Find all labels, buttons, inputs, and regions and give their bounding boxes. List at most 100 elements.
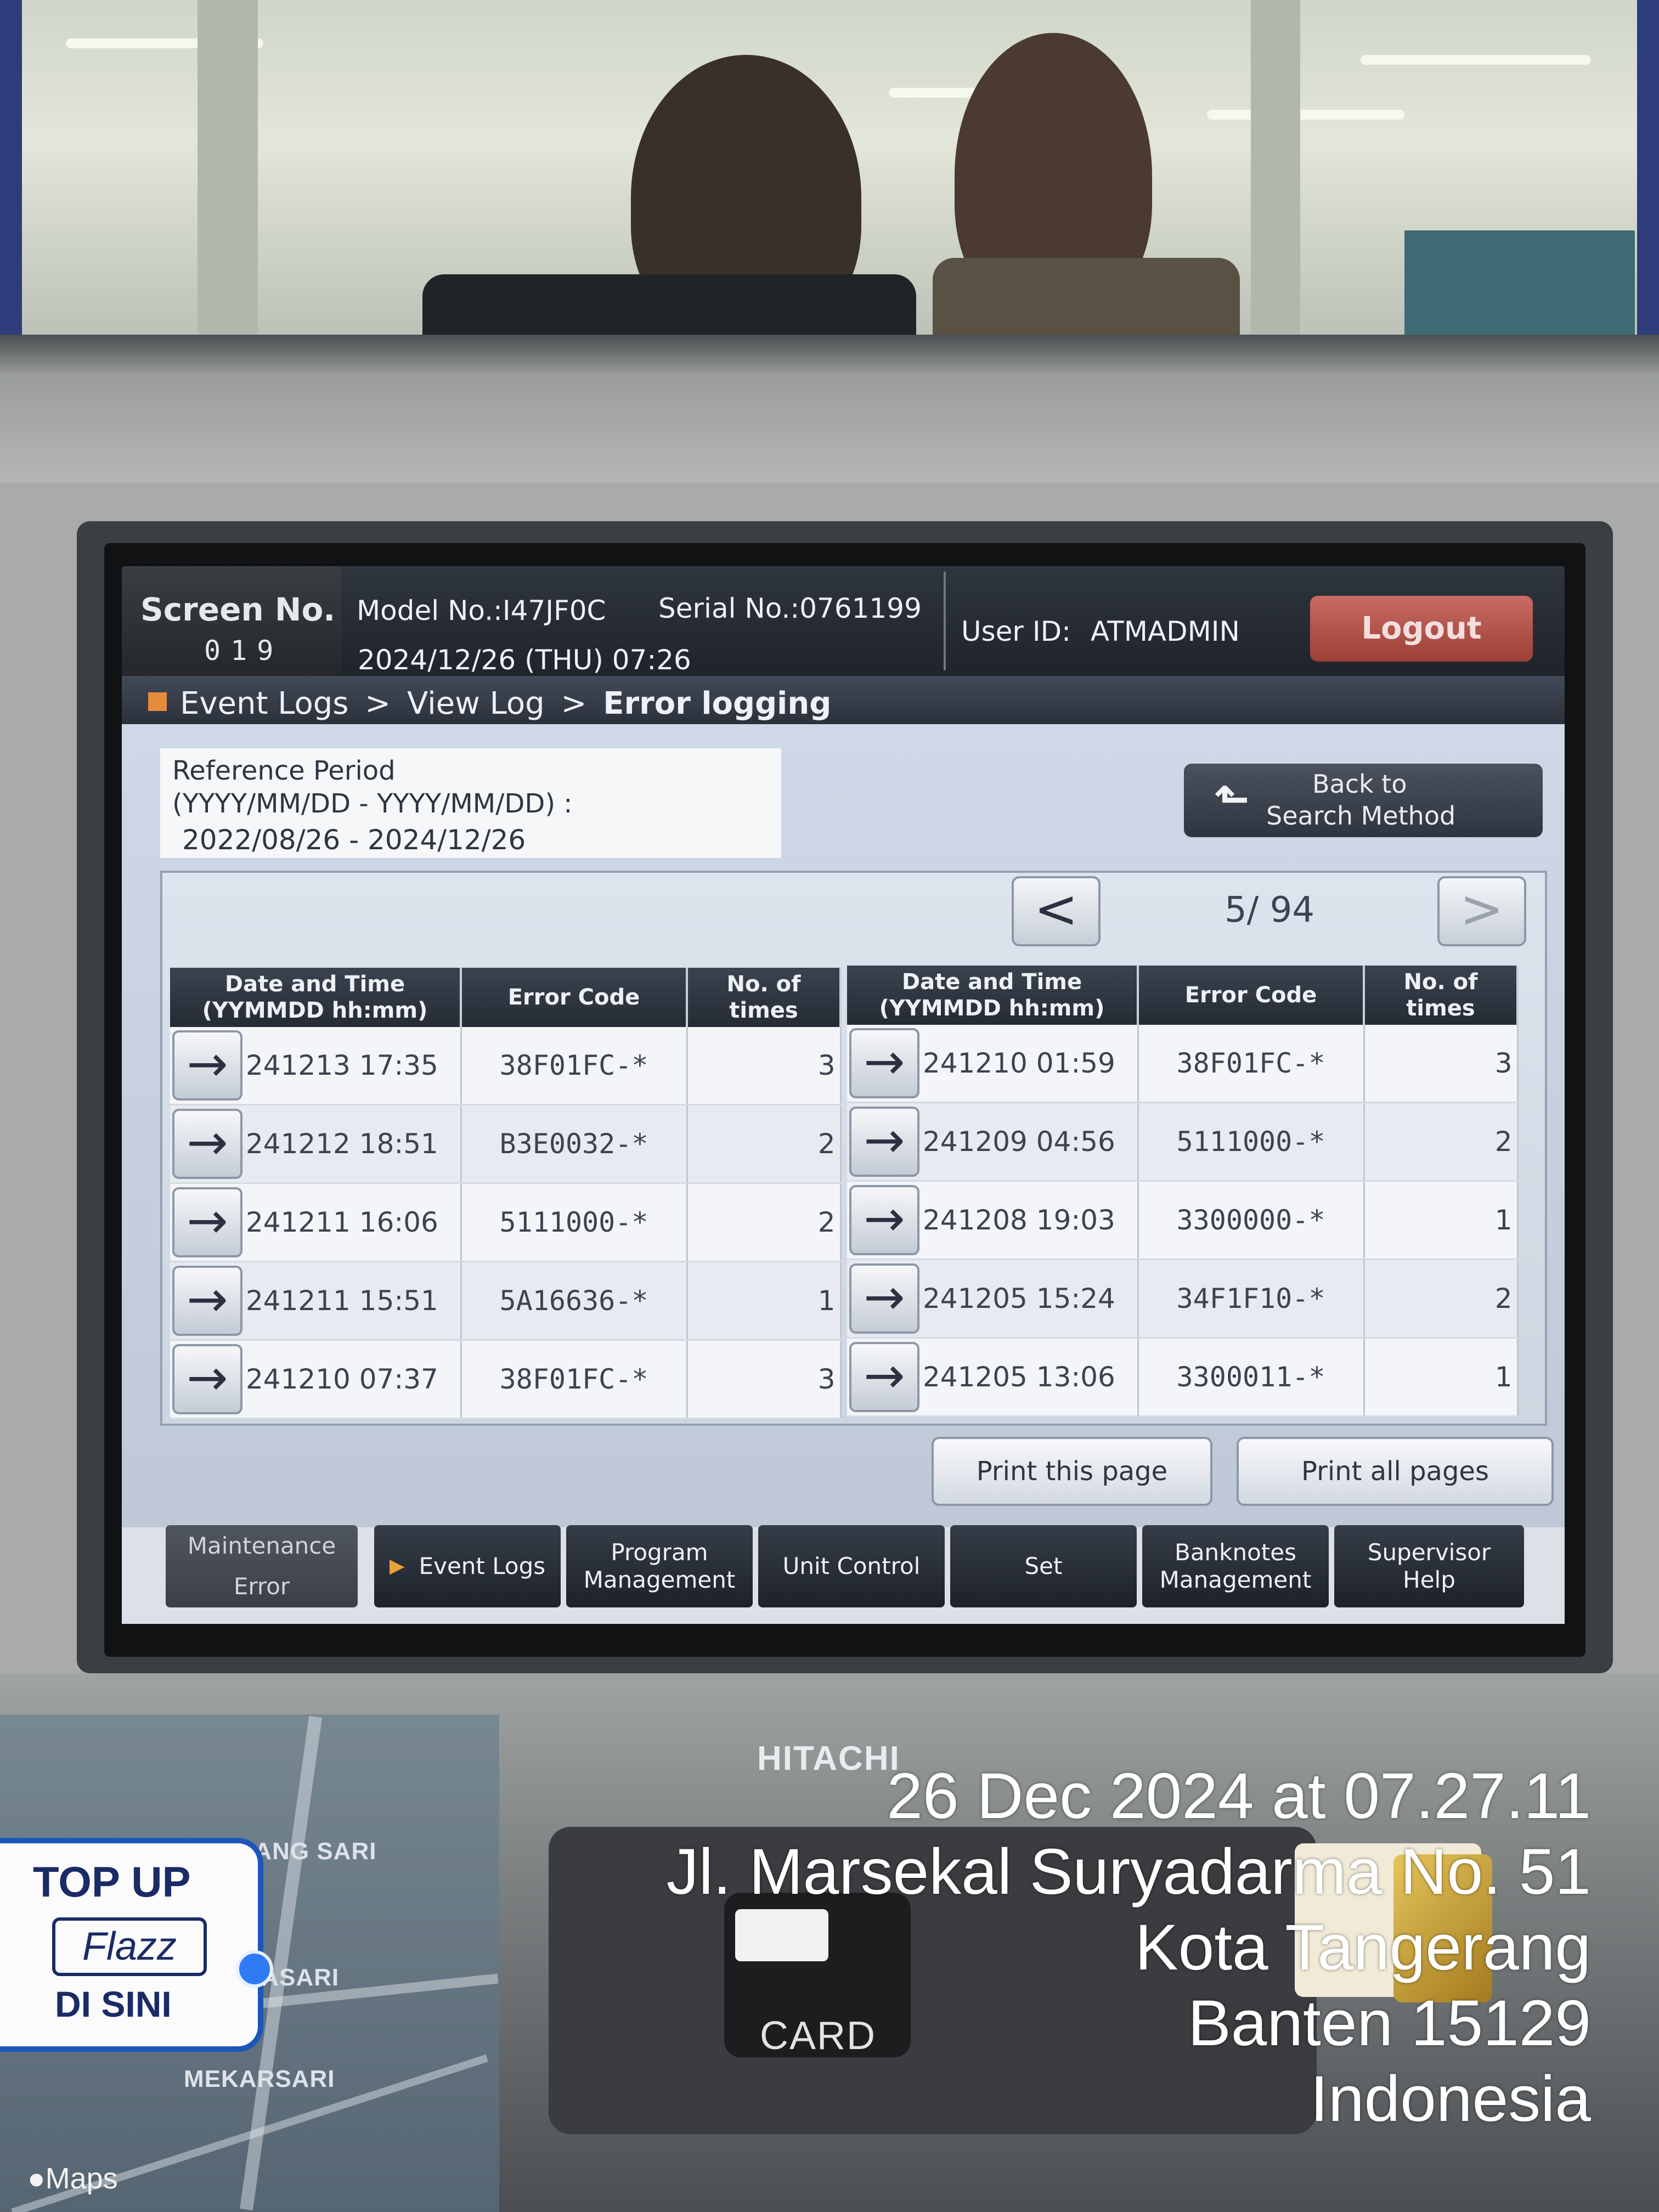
topup-label: TOP UP [33,1858,191,1906]
back-button-label-2: Search Method [1266,801,1456,831]
table-header-row: Date and Time (YYMMDD hh:mm) Error Code … [170,968,842,1027]
store-shelf [1404,230,1635,340]
table-row: → 241211 15:51 5A16636-* 1 [170,1261,842,1341]
datetime-cell: → 241208 19:03 [847,1181,1139,1260]
tab-event-logs[interactable]: ▶ Event Logs [374,1525,561,1607]
log-datetime: 241212 18:51 [246,1128,438,1160]
log-datetime: 241213 17:35 [246,1049,438,1081]
pillar [198,0,258,351]
view-detail-arrow-icon[interactable]: → [172,1266,242,1336]
header-count-line2: times [729,998,798,1023]
error-code-cell: 38F01FC-* [461,1027,688,1105]
view-detail-arrow-icon[interactable]: → [172,1030,242,1101]
tab-set-label: Set [1024,1553,1063,1579]
breadcrumb-separator: > [561,686,587,721]
photo-caption: 26 Dec 2024 at 07.27.11 Jl. Marsekal Sur… [667,1758,1591,2137]
header-error-code: Error Code [461,968,688,1027]
back-button-label-1: Back to [1312,769,1407,799]
view-detail-arrow-icon[interactable]: → [172,1187,242,1257]
error-code-cell: 38F01FC-* [1138,1025,1365,1103]
datetime-cell: → 241211 15:51 [170,1261,462,1341]
page-indicator: 5/ 94 [1224,890,1315,930]
log-datetime: 241208 19:03 [923,1204,1115,1236]
table-row: → 241211 16:06 5111000-* 2 [170,1183,842,1262]
topup-label-2: DI SINI [55,1984,172,2024]
datetime-cell: → 241209 04:56 [847,1102,1139,1182]
log-datetime: 241211 16:06 [246,1206,438,1238]
ceiling-light [1207,110,1404,120]
breadcrumb-event-logs[interactable]: Event Logs [180,686,348,721]
tab-supervisor-help[interactable]: Supervisor Help [1334,1525,1524,1607]
tab-set[interactable]: Set [950,1525,1137,1607]
view-detail-arrow-icon[interactable]: → [172,1109,242,1179]
table-row: → 241209 04:56 5111000-* 2 [847,1102,1519,1182]
table-header-row: Date and Time (YYMMDD hh:mm) Error Code … [847,966,1519,1025]
maintenance-error-label: Error [233,1573,290,1600]
print-this-page-button[interactable]: Print this page [932,1437,1212,1506]
log-datetime: 241210 01:59 [923,1047,1115,1079]
view-detail-arrow-icon[interactable]: → [849,1028,919,1098]
header-datetime-line1: Date and Time [901,969,1082,995]
breadcrumb-view-log[interactable]: View Log [407,686,545,721]
tab-program-management[interactable]: Program Management [566,1525,753,1607]
tab-event-logs-label: Event Logs [419,1553,546,1579]
breadcrumb-marker-icon [148,692,167,711]
error-code-cell: 34F1F10-* [1138,1259,1365,1339]
next-page-button[interactable]: > [1437,876,1526,946]
log-datetime: 241210 07:37 [246,1363,438,1395]
count-cell: 2 [1364,1259,1519,1339]
error-code-cell: 5111000-* [461,1183,688,1262]
view-detail-arrow-icon[interactable]: → [849,1263,919,1334]
breadcrumb-current: Error logging [603,686,832,721]
caption-region: Banten 15129 [1188,1987,1591,2059]
store-background [0,0,1659,351]
datetime-cell: → 241212 18:51 [170,1104,462,1184]
count-cell: 1 [1364,1181,1519,1260]
view-detail-arrow-icon[interactable]: → [849,1185,919,1255]
tab-supervisor-label-1: Supervisor [1367,1539,1491,1566]
tab-banknotes-management[interactable]: Banknotes Management [1142,1525,1329,1607]
error-log-table-right: Date and Time (YYMMDD hh:mm) Error Code … [847,966,1519,1417]
log-datetime: 241211 15:51 [246,1285,438,1317]
error-code-cell: 3300000-* [1138,1181,1365,1260]
active-tab-arrow-icon: ▶ [389,1555,405,1577]
header-datetime: Date and Time (YYMMDD hh:mm) [170,968,462,1027]
header-count-line1: No. of [1403,969,1478,995]
error-code-cell: 5111000-* [1138,1102,1365,1182]
tab-program-label-1: Program [611,1539,708,1566]
view-detail-arrow-icon[interactable]: → [849,1107,919,1177]
reference-period-title: Reference Period [172,755,396,786]
datetime-cell: → 241213 17:35 [170,1027,462,1105]
count-cell: 2 [1364,1102,1519,1182]
table-row: → 241208 19:03 3300000-* 1 [847,1181,1519,1260]
ceiling-light [1361,55,1591,65]
count-cell: 3 [687,1340,842,1419]
header-count-line2: times [1406,996,1475,1021]
log-datetime: 241205 15:24 [923,1283,1115,1314]
log-datetime: 241205 13:06 [923,1361,1115,1393]
error-log-table-left: Date and Time (YYMMDD hh:mm) Error Code … [170,968,842,1419]
tab-supervisor-label-2: Help [1403,1566,1455,1593]
tab-unit-control-label: Unit Control [782,1553,921,1579]
breadcrumb-separator: > [365,686,391,721]
error-code-cell: 5A16636-* [461,1261,688,1341]
count-cell: 3 [687,1027,842,1105]
prev-page-button[interactable]: < [1012,876,1101,946]
header-datetime-line2: (YYMMDD hh:mm) [879,996,1105,1021]
datetime-cell: → 241205 13:06 [847,1338,1139,1417]
breadcrumb: Event Logs > View Log > Error logging [180,686,831,721]
maintenance-status-indicator: Maintenance Error [166,1525,358,1607]
caption-street: Jl. Marsekal Suryadarma No. 51 [666,1836,1591,1908]
count-cell: 3 [1364,1025,1519,1103]
count-cell: 2 [687,1104,842,1184]
tab-unit-control[interactable]: Unit Control [758,1525,945,1607]
header-error-code: Error Code [1138,966,1365,1025]
view-detail-arrow-icon[interactable]: → [172,1344,242,1414]
table-row: → 241210 01:59 38F01FC-* 3 [847,1025,1519,1103]
header-datetime: Date and Time (YYMMDD hh:mm) [847,966,1139,1025]
table-row: → 241213 17:35 38F01FC-* 3 [170,1027,842,1105]
error-code-cell: B3E0032-* [461,1104,688,1184]
print-all-pages-button[interactable]: Print all pages [1237,1437,1554,1506]
view-detail-arrow-icon[interactable]: → [849,1342,919,1412]
datetime-cell: → 241205 15:24 [847,1259,1139,1339]
